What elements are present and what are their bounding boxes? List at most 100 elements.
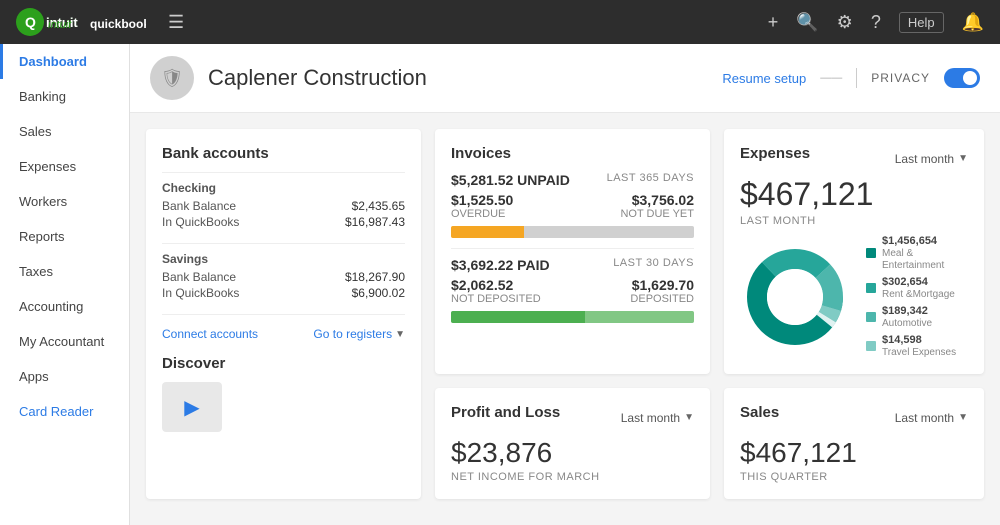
gear-icon[interactable]: ⚙ bbox=[837, 12, 853, 33]
discover-thumbnail[interactable]: ▶ bbox=[162, 382, 222, 432]
sidebar-item-banking[interactable]: Banking bbox=[0, 79, 129, 114]
connect-accounts-link[interactable]: Connect accounts bbox=[162, 327, 258, 341]
svg-text:Q: Q bbox=[25, 14, 36, 30]
checking-section: Checking Bank Balance $2,435.65 In Quick… bbox=[162, 181, 405, 229]
legend-label-2: Automotive bbox=[882, 318, 932, 329]
profit-sub-label: NET INCOME FOR MARCH bbox=[451, 471, 694, 483]
expenses-body: $1,456,654 Meal & Entertainment $302,654… bbox=[740, 235, 968, 358]
go-to-registers-link[interactable]: Go to registers bbox=[313, 327, 392, 341]
savings-section: Savings Bank Balance $18,267.90 In Quick… bbox=[162, 252, 405, 300]
sales-amount: $467,121 bbox=[740, 437, 968, 469]
legend-amount-3: $14,598 bbox=[882, 334, 922, 346]
top-nav: Q intuit intuit intuit quickbooks ☰ + 🔍 … bbox=[0, 0, 1000, 44]
sidebar-item-workers[interactable]: Workers bbox=[0, 184, 129, 219]
bank-divider-mid bbox=[162, 243, 405, 244]
header-actions: Resume setup —— PRIVACY bbox=[722, 68, 980, 88]
sidebar-item-taxes[interactable]: Taxes bbox=[0, 254, 129, 289]
help-button[interactable]: Help bbox=[899, 12, 944, 33]
bank-accounts-title: Bank accounts bbox=[162, 145, 405, 162]
legend-label-1: Rent &Mortgage bbox=[882, 289, 955, 300]
invoices-card: Invoices $5,281.52 UNPAID LAST 365 DAYS … bbox=[435, 129, 710, 374]
invoices-not-due-amount: $3,756.02 bbox=[620, 192, 694, 208]
add-icon[interactable]: + bbox=[768, 12, 779, 33]
invoices-unpaid-amount: $5,281.52 UNPAID bbox=[451, 172, 570, 188]
quickbooks-logo: Q intuit intuit intuit quickbooks bbox=[16, 8, 146, 36]
hamburger-icon[interactable]: ☰ bbox=[168, 12, 184, 33]
svg-text:intuit: intuit bbox=[48, 19, 72, 31]
savings-bank-balance: $18,267.90 bbox=[345, 270, 405, 284]
sidebar-item-accounting[interactable]: Accounting bbox=[0, 289, 129, 324]
savings-qb-amount: $6,900.02 bbox=[352, 286, 405, 300]
bank-divider-top bbox=[162, 172, 405, 173]
main-content: 🛡 Caplener Construction Resume setup —— … bbox=[130, 44, 1000, 525]
bar-not-deposited bbox=[451, 311, 585, 323]
expenses-total: $467,121 bbox=[740, 176, 968, 213]
sidebar-item-reports[interactable]: Reports bbox=[0, 219, 129, 254]
checking-qb-row: In QuickBooks $16,987.43 bbox=[162, 215, 405, 229]
legend-amount-2: $189,342 bbox=[882, 305, 928, 317]
registers-dropdown-arrow[interactable]: ▼ bbox=[395, 329, 405, 340]
invoices-paid-amount: $3,692.22 PAID bbox=[451, 257, 550, 273]
legend-text-1: $302,654 Rent &Mortgage bbox=[882, 276, 955, 300]
profit-dropdown-arrow[interactable]: ▼ bbox=[684, 412, 694, 423]
nav-right: + 🔍 ⚙ ? Help 🔔 bbox=[768, 12, 984, 33]
checking-bank-balance-row: Bank Balance $2,435.65 bbox=[162, 199, 405, 213]
profit-amount: $23,876 bbox=[451, 437, 694, 469]
expenses-period-label: Last month bbox=[895, 152, 954, 166]
sidebar-item-my-accountant[interactable]: My Accountant bbox=[0, 324, 129, 359]
sales-title: Sales bbox=[740, 404, 779, 421]
privacy-toggle[interactable] bbox=[944, 68, 980, 88]
savings-label: Savings bbox=[162, 252, 405, 266]
sales-dropdown-arrow[interactable]: ▼ bbox=[958, 412, 968, 423]
header-divider bbox=[856, 68, 857, 88]
company-name: Caplener Construction bbox=[208, 65, 427, 91]
savings-qb-label: In QuickBooks bbox=[162, 286, 239, 300]
sidebar-item-apps[interactable]: Apps bbox=[0, 359, 129, 394]
sidebar-item-expenses[interactable]: Expenses bbox=[0, 149, 129, 184]
sales-card: Sales Last month ▼ $467,121 THIS QUARTER bbox=[724, 388, 984, 499]
discover-title: Discover bbox=[162, 355, 405, 372]
savings-bank-balance-row: Bank Balance $18,267.90 bbox=[162, 270, 405, 284]
expenses-card: Expenses Last month ▼ $467,121 LAST MONT… bbox=[724, 129, 984, 374]
legend-dot-2 bbox=[866, 312, 876, 322]
legend-dot-1 bbox=[866, 283, 876, 293]
bank-actions: Connect accounts Go to registers ▼ bbox=[162, 327, 405, 341]
bell-icon[interactable]: 🔔 bbox=[962, 12, 984, 33]
sales-period: Last month ▼ bbox=[895, 411, 968, 425]
invoices-title: Invoices bbox=[451, 145, 694, 162]
sidebar-item-sales[interactable]: Sales bbox=[0, 114, 129, 149]
invoices-overdue-amount: $1,525.50 bbox=[451, 192, 513, 208]
dashboard-grid: Invoices $5,281.52 UNPAID LAST 365 DAYS … bbox=[130, 113, 1000, 515]
legend-amount-1: $302,654 bbox=[882, 276, 928, 288]
sales-sub-label: THIS QUARTER bbox=[740, 471, 968, 483]
bar-overdue bbox=[451, 226, 524, 238]
play-icon[interactable]: ▶ bbox=[184, 395, 199, 420]
resume-setup-button[interactable]: Resume setup bbox=[722, 71, 806, 86]
privacy-label: PRIVACY bbox=[871, 71, 930, 85]
bar-not-due bbox=[524, 226, 694, 238]
sidebar-item-card-reader[interactable]: Card Reader bbox=[0, 394, 129, 429]
expenses-dropdown-arrow[interactable]: ▼ bbox=[958, 153, 968, 164]
sales-header-row: Sales Last month ▼ bbox=[740, 404, 968, 431]
invoices-deposited-label: DEPOSITED bbox=[630, 293, 694, 305]
content-header: 🛡 Caplener Construction Resume setup —— … bbox=[130, 44, 1000, 113]
legend-label-3: Travel Expenses bbox=[882, 347, 956, 358]
invoices-not-due-label: NOT DUE YET bbox=[620, 208, 694, 220]
search-icon[interactable]: 🔍 bbox=[796, 12, 818, 33]
invoices-overdue-label: OVERDUE bbox=[451, 208, 513, 220]
legend-item-1: $302,654 Rent &Mortgage bbox=[866, 276, 968, 300]
invoices-deposited-bar bbox=[451, 311, 694, 323]
expenses-legend: $1,456,654 Meal & Entertainment $302,654… bbox=[866, 235, 968, 358]
invoices-deposit-row: $2,062.52 NOT DEPOSITED $1,629.70 DEPOSI… bbox=[451, 277, 694, 305]
expenses-donut-chart bbox=[740, 242, 850, 352]
checking-label: Checking bbox=[162, 181, 405, 195]
legend-label-0: Meal & Entertainment bbox=[882, 248, 944, 271]
checking-qb-amount: $16,987.43 bbox=[345, 215, 405, 229]
question-icon[interactable]: ? bbox=[871, 12, 881, 33]
bank-divider-bottom bbox=[162, 314, 405, 315]
logo-area: Q intuit intuit intuit quickbooks ☰ bbox=[16, 8, 184, 36]
savings-bank-balance-label: Bank Balance bbox=[162, 270, 236, 284]
sidebar-item-dashboard[interactable]: Dashboard bbox=[0, 44, 129, 79]
profit-period-label: Last month bbox=[621, 411, 680, 425]
expenses-header-row: Expenses Last month ▼ bbox=[740, 145, 968, 172]
